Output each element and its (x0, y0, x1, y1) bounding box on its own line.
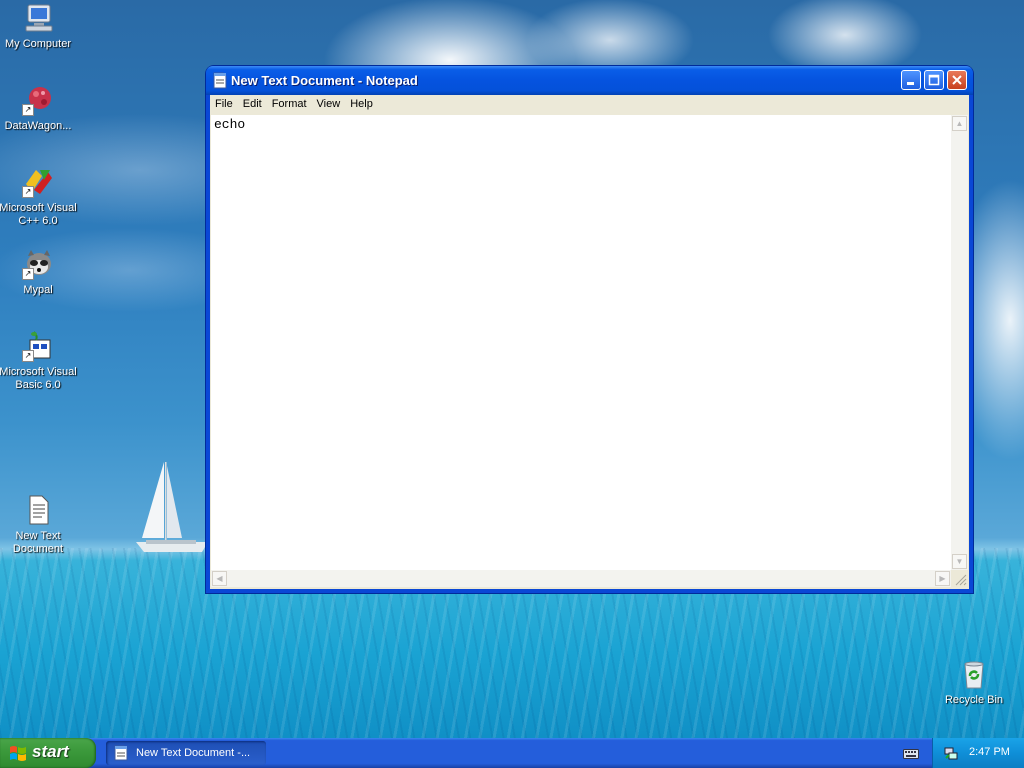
menu-help[interactable]: Help (345, 95, 378, 110)
minimize-icon (907, 82, 914, 85)
desktop-icon-mypal[interactable]: ↗ Mypal (0, 248, 80, 297)
taskbar: start New Text Document -... 2:47 PM (0, 738, 1024, 768)
system-tray: 2:47 PM (932, 738, 1024, 768)
desktop-icon-label: Microsoft Visual C++ 6.0 (0, 202, 77, 227)
desktop-icon-label: Mypal (23, 284, 53, 296)
windows-logo-icon (10, 746, 26, 761)
scroll-left-button[interactable]: ◀ (212, 571, 227, 586)
resize-grip-icon (955, 574, 967, 586)
text-editor-area[interactable]: echo (211, 115, 951, 570)
vertical-scrollbar[interactable]: ▲ ▼ (951, 115, 968, 570)
scroll-right-button[interactable]: ▶ (935, 571, 950, 586)
recycle-bin-icon (964, 661, 984, 689)
resize-grip[interactable] (951, 570, 968, 587)
notepad-window[interactable]: New Text Document - Notepad File Edit Form… (206, 66, 973, 593)
scroll-up-button[interactable]: ▲ (952, 116, 967, 131)
close-icon (952, 75, 962, 85)
desktop-icon-new-text-document[interactable]: New Text Document (0, 494, 80, 556)
desktop-icon-label: DataWagon... (4, 120, 72, 132)
shortcut-arrow-icon: ↗ (22, 186, 34, 198)
taskbar-notepad-button[interactable]: New Text Document -... (106, 741, 266, 765)
menu-bar: File Edit Format View Help (210, 95, 969, 114)
desktop-icon-label: Microsoft Visual Basic 6.0 (0, 366, 77, 391)
notepad-client-area: echo ▲ ▼ ◀ ▶ (210, 114, 969, 589)
close-button[interactable] (947, 70, 967, 90)
shortcut-arrow-icon: ↗ (22, 268, 34, 280)
menu-view[interactable]: View (312, 95, 346, 110)
shortcut-arrow-icon: ↗ (22, 350, 34, 362)
notepad-app-icon (213, 72, 227, 89)
menu-edit[interactable]: Edit (238, 95, 267, 110)
menu-file[interactable]: File (210, 95, 238, 110)
horizontal-scrollbar[interactable]: ◀ ▶ (211, 570, 951, 587)
taskbar-task-label: New Text Document -... (136, 747, 251, 759)
start-button[interactable]: start (0, 738, 96, 768)
desktop-icon-recycle-bin[interactable]: Recycle Bin (932, 658, 1016, 707)
desktop-icon-visual-basic[interactable]: ↗ Microsoft Visual Basic 6.0 (0, 330, 80, 392)
clock: 2:47 PM (969, 746, 1010, 758)
maximize-icon (928, 74, 940, 86)
desktop-icon-label: My Computer (4, 38, 72, 50)
minimize-button[interactable] (901, 70, 921, 90)
shortcut-arrow-icon: ↗ (22, 104, 34, 116)
text-document-icon (29, 495, 49, 525)
my-computer-icon (25, 4, 53, 32)
desktop-icon-label: Recycle Bin (944, 694, 1004, 706)
scroll-down-button[interactable]: ▼ (952, 554, 967, 569)
desktop-icon-visual-cpp[interactable]: ↗ Microsoft Visual C++ 6.0 (0, 166, 80, 228)
notepad-app-icon (114, 745, 128, 761)
sailboat-wallpaper-detail (136, 462, 208, 552)
desktop-icon-my-computer[interactable]: My Computer (0, 2, 80, 51)
start-label: start (32, 742, 69, 761)
network-tray-icon[interactable] (943, 745, 959, 761)
desktop-icon-datawagon[interactable]: ↗ DataWagon... (0, 84, 80, 133)
keyboard-icon[interactable] (903, 746, 919, 760)
desktop-icon-label: New Text Document (12, 530, 64, 555)
menu-format[interactable]: Format (267, 95, 312, 110)
window-title: New Text Document - Notepad (231, 73, 418, 88)
notepad-title-bar[interactable]: New Text Document - Notepad (206, 66, 973, 95)
maximize-button[interactable] (924, 70, 944, 90)
